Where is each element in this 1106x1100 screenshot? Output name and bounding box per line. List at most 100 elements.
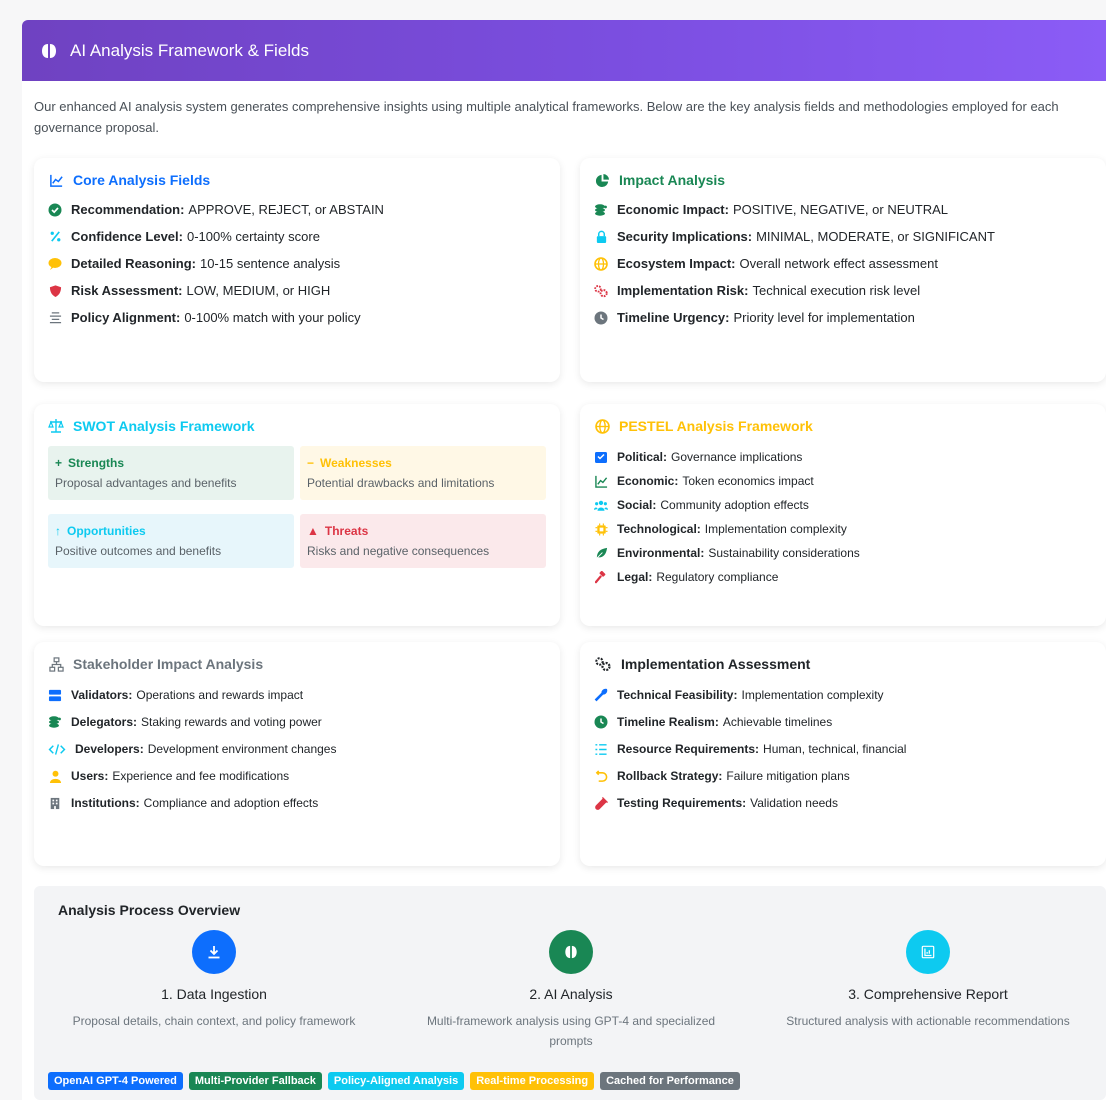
swot-strengths: + Strengths Proposal advantages and benef… (48, 446, 294, 500)
core-item-label: Recommendation: (71, 202, 185, 217)
core-item-label: Confidence Level: (71, 229, 183, 244)
impact-analysis-title-text: Impact Analysis (619, 172, 726, 188)
core-item-text: 0-100% certainty score (186, 229, 320, 244)
clock-icon (594, 311, 608, 325)
impact-item: Ecosystem Impact: Overall network effect … (594, 256, 938, 271)
core-item-label: Detailed Reasoning: (71, 256, 196, 271)
clock-icon (594, 715, 608, 729)
stakeholder-item-label: Delegators: (71, 715, 138, 729)
core-field-item: Recommendation: APPROVE, REJECT, or ABSTA… (48, 202, 384, 217)
lock-icon (594, 230, 608, 244)
implementation-item: Technical Feasibility: Implementation com… (594, 688, 884, 702)
step-name: 1. Data Ingestion (161, 986, 267, 1002)
user-icon (48, 769, 62, 783)
implementation-item: Rollback Strategy: Failure mitigation pla… (594, 769, 850, 783)
impact-item: Economic Impact: POSITIVE, NEGATIVE, or N… (594, 202, 948, 217)
impact-item-text: POSITIVE, NEGATIVE, or NEUTRAL (732, 202, 948, 217)
swot-box-title: Threats (324, 524, 369, 538)
core-field-item: Policy Alignment: 0-100% match with your … (48, 310, 361, 325)
stakeholder-item-label: Developers: (75, 742, 144, 756)
pestel-item-label: Technological: (617, 522, 701, 536)
vote-icon (594, 450, 608, 464)
pestel-item: Environmental: Sustainability considerati… (594, 546, 860, 560)
impact-item-text: Priority level for implementation (733, 310, 915, 325)
wrench-icon (594, 688, 608, 702)
cogs-icon (594, 284, 608, 298)
core-item-text: APPROVE, REJECT, or ABSTAIN (188, 202, 384, 217)
pestel-item: Political: Governance implications (594, 450, 802, 464)
code-icon (48, 742, 66, 756)
pestel-item-text: Token economics impact (682, 474, 814, 488)
implementation-item: Testing Requirements: Validation needs (594, 796, 838, 810)
feature-badge: OpenAI GPT-4 Powered (48, 1072, 183, 1090)
swot-card: SWOT Analysis Framework + Strengths Propo… (34, 404, 560, 626)
framework-title: AI Analysis Framework & Fields (70, 40, 310, 60)
implementation-item-label: Timeline Realism: (617, 715, 719, 729)
impact-item-text: Technical execution risk level (752, 283, 921, 298)
coins-icon (594, 203, 608, 217)
process-title: Analysis Process Overview (58, 902, 241, 918)
swot-box-desc: Positive outcomes and benefits (55, 544, 222, 558)
core-fields-title-text: Core Analysis Fields (73, 172, 211, 188)
step-desc: Multi-framework analysis using GPT-4 and… (426, 1014, 716, 1048)
stakeholder-item: Validators: Operations and rewards impact (48, 688, 303, 702)
globe-icon (594, 256, 608, 271)
pestel-item-label: Economic: (617, 474, 679, 488)
implementation-item-text: Failure mitigation plans (726, 769, 850, 783)
impact-item-text: Overall network effect assessment (739, 256, 938, 271)
implementation-item-label: Technical Feasibility: (617, 688, 738, 702)
implementation-item-text: Validation needs (750, 796, 838, 810)
pestel-title-text: PESTEL Analysis Framework (619, 418, 813, 434)
swot-weaknesses: − Weaknesses Potential drawbacks and limi… (300, 446, 546, 500)
swot-title: SWOT Analysis Framework (48, 418, 255, 434)
implementation-item-text: Human, technical, financial (763, 742, 907, 756)
stakeholder-title-text: Stakeholder Impact Analysis (73, 656, 264, 672)
impact-item-label: Security Implications: (617, 229, 753, 244)
pestel-item: Economic: Token economics impact (594, 474, 814, 488)
implementation-item-label: Resource Requirements: (617, 742, 760, 756)
impact-item-label: Ecosystem Impact: (617, 256, 736, 271)
swot-threats: ▲ Threats Risks and negative consequences (300, 514, 546, 568)
brain-icon (549, 930, 593, 974)
stakeholder-card: Stakeholder Impact Analysis Validators: O… (34, 642, 560, 866)
undo-icon (594, 769, 608, 783)
implementation-title-text: Implementation Assessment (621, 656, 811, 672)
balance-scale-icon (48, 418, 64, 434)
pestel-item-text: Regulatory compliance (656, 570, 779, 584)
stakeholder-item: Institutions: Compliance and adoption eff… (48, 796, 318, 810)
arrow-up-icon: ↑ (55, 524, 61, 538)
stakeholder-item-text: Development environment changes (147, 742, 337, 756)
stakeholder-item-label: Users: (71, 769, 109, 783)
pestel-item-label: Legal: (617, 570, 653, 584)
pie-chart-icon (594, 172, 610, 188)
pestel-item-text: Sustainability considerations (708, 546, 860, 560)
impact-item-label: Implementation Risk: (617, 283, 749, 298)
pestel-item-text: Governance implications (671, 450, 803, 464)
pestel-item-text: Community adoption effects (660, 498, 809, 512)
stakeholder-item-text: Staking rewards and voting power (141, 715, 322, 729)
stakeholder-item: Developers: Development environment chang… (48, 742, 336, 756)
impact-analysis-title: Impact Analysis (594, 172, 725, 188)
step-desc: Structured analysis with actionable reco… (786, 1014, 1070, 1028)
step-name: 2. AI Analysis (529, 986, 613, 1002)
core-item-label: Risk Assessment: (71, 283, 183, 298)
report-icon (906, 930, 950, 974)
gavel-icon (594, 570, 608, 584)
core-item-label: Policy Alignment: (71, 310, 181, 325)
stakeholder-item-text: Experience and fee modifications (112, 769, 290, 783)
pestel-card: PESTEL Analysis Framework Political: Gove… (580, 404, 1106, 626)
swot-box-title: Weaknesses (320, 456, 392, 470)
impact-item-label: Timeline Urgency: (617, 310, 730, 325)
stakeholder-title: Stakeholder Impact Analysis (48, 656, 263, 672)
intro-text: Our enhanced AI analysis system generate… (34, 99, 1059, 135)
framework-header: AI Analysis Framework & Fields (22, 20, 1106, 81)
stakeholder-item-label: Institutions: (71, 796, 140, 810)
implementation-item-label: Testing Requirements: (617, 796, 747, 810)
impact-item: Timeline Urgency: Priority level for impl… (594, 310, 915, 325)
cogs-icon (594, 656, 612, 672)
core-fields-card: Core Analysis Fields Recommendation: APPR… (34, 158, 560, 382)
core-fields-title: Core Analysis Fields (48, 172, 210, 188)
pestel-item-label: Political: (617, 450, 668, 464)
sitemap-icon (48, 656, 64, 672)
core-field-item: Detailed Reasoning: 10-15 sentence analys… (48, 256, 340, 271)
